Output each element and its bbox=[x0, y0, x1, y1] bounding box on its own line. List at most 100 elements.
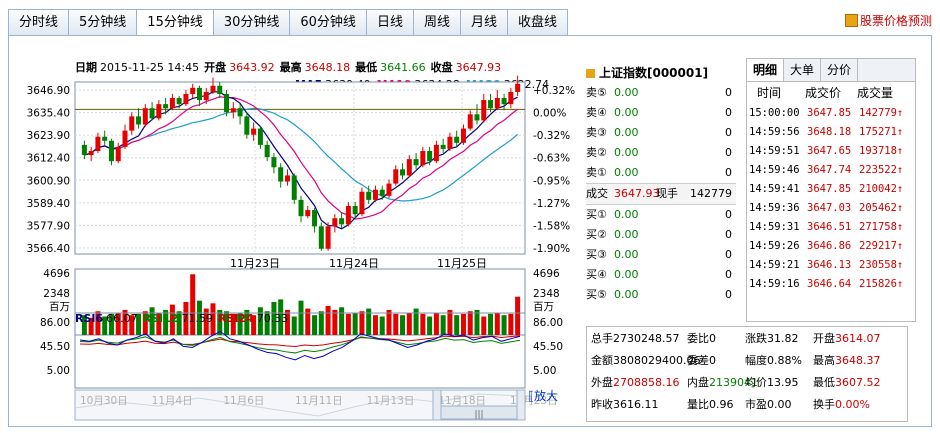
buy-row: 买③ 0.00 0 bbox=[586, 248, 732, 261]
rsi-tick-label: 5.00 bbox=[533, 365, 556, 377]
candle-body bbox=[176, 98, 182, 105]
tab-7[interactable]: 月线 bbox=[459, 9, 507, 36]
sell-row: 卖① 0.00 0 bbox=[586, 166, 732, 179]
trade-row: 14:59:26 3646.86 229217↑ bbox=[749, 240, 904, 252]
pct-tick-label: 0.00% bbox=[533, 108, 566, 120]
sell-row: 卖④ 0.00 0 bbox=[586, 106, 732, 119]
pct-tick-label: -0.95% bbox=[533, 175, 570, 187]
volume-bar bbox=[481, 316, 487, 335]
trade-tab-0[interactable]: 明细 bbox=[747, 59, 785, 81]
volume-bar bbox=[515, 296, 521, 335]
volume-bar bbox=[501, 315, 507, 335]
price-predict-link[interactable]: 股票价格预测 bbox=[844, 12, 932, 29]
y-tick-label: 3577.90 bbox=[27, 220, 70, 232]
candle-body bbox=[515, 83, 521, 92]
nav-handle-right bbox=[516, 389, 526, 421]
candle-body bbox=[244, 116, 250, 135]
candle-body bbox=[325, 226, 331, 249]
volume-bar bbox=[474, 309, 480, 335]
candle-body bbox=[454, 136, 460, 143]
candle-body bbox=[156, 104, 162, 119]
volume-bar bbox=[372, 315, 378, 335]
candle-body bbox=[345, 205, 351, 225]
trade-row: 15:00:00 3647.85 142779↑ bbox=[749, 107, 904, 119]
volume-bar bbox=[420, 313, 426, 335]
tab-2[interactable]: 15分钟线 bbox=[136, 9, 213, 36]
candle-body bbox=[467, 114, 473, 129]
tab-4[interactable]: 60分钟线 bbox=[289, 9, 366, 36]
candle-body bbox=[183, 93, 189, 105]
candle-body bbox=[359, 191, 365, 215]
tab-6[interactable]: 周线 bbox=[412, 9, 460, 36]
candle-body bbox=[305, 210, 311, 217]
candle-body bbox=[102, 136, 108, 141]
sell-row: 卖③ 0.00 0 bbox=[586, 126, 732, 139]
trade-row: 14:59:41 3647.85 210042↑ bbox=[749, 183, 904, 195]
tab-8[interactable]: 收盘线 bbox=[506, 9, 568, 36]
quote-title: 上证指数[000001] bbox=[586, 63, 736, 83]
candle-body bbox=[291, 175, 297, 200]
volume-bar bbox=[386, 309, 392, 335]
candle-body bbox=[440, 144, 446, 149]
main-plot-area bbox=[74, 81, 526, 255]
index-icon bbox=[586, 68, 595, 78]
nav-grip: ||| bbox=[474, 410, 483, 420]
volume-bar bbox=[447, 309, 453, 335]
nav-tick-label: 11月18日 bbox=[438, 395, 486, 407]
buy-row: 买⑤ 0.00 0 bbox=[586, 288, 732, 301]
y-tick-label: 3623.90 bbox=[27, 130, 70, 142]
stats-row: 总手 2730248.57 委比 0 涨跌 31.82 开盘 3614.07 bbox=[591, 332, 881, 345]
trade-tab-1[interactable]: 大单 bbox=[784, 59, 822, 81]
candle-body bbox=[400, 169, 406, 176]
tab-5[interactable]: 日线 bbox=[365, 9, 413, 36]
volume-bar bbox=[400, 315, 406, 335]
kline-chart: 日期 2015-11-25 14:45 开盘 3643.92 最高 3648.18 最低 36… bbox=[27, 60, 575, 421]
volume-bar bbox=[190, 274, 196, 335]
candle-body bbox=[447, 136, 453, 149]
volume-bar bbox=[332, 309, 338, 335]
nav-handle-left bbox=[432, 389, 442, 421]
pct-tick-label: -1.90% bbox=[533, 243, 570, 255]
candle-body bbox=[413, 159, 419, 166]
volume-bar bbox=[460, 313, 466, 335]
y-tick-label: 3600.90 bbox=[27, 175, 70, 187]
zoom-button[interactable]: ⟦放大 bbox=[528, 388, 558, 403]
trade-row: 14:59:51 3647.65 193718↑ bbox=[749, 145, 904, 157]
deal-row: 成交 3647.93 现手 142779 bbox=[586, 183, 736, 205]
x-tick-label: 11月24日 bbox=[329, 257, 379, 270]
trade-row: 14:59:16 3646.64 215826↑ bbox=[749, 278, 904, 290]
stats-row: 昨收 3616.11 量比 0.96 市盈 0.00 换手 0.00% bbox=[591, 398, 870, 411]
rsi-tick-label: 5.00 bbox=[47, 365, 70, 377]
volume-bar bbox=[427, 316, 433, 335]
volume-bar bbox=[359, 311, 365, 335]
pct-tick-label: -0.32% bbox=[533, 130, 570, 142]
tab-3[interactable]: 30分钟线 bbox=[212, 9, 290, 36]
trade-tab-2[interactable]: 分价 bbox=[821, 59, 859, 81]
candle-body bbox=[169, 98, 175, 109]
candle-body bbox=[129, 116, 135, 131]
trade-row: 14:59:31 3646.51 271758↑ bbox=[749, 221, 904, 233]
trade-detail-panel: 明细 大单 分价 时间 成交价 成交量 15:00:00 3647.85 142779↑… bbox=[746, 58, 916, 322]
nav-tick-label: 11月6日 bbox=[223, 395, 264, 407]
candle-body bbox=[406, 159, 412, 176]
y-tick-label: 3589.40 bbox=[27, 198, 70, 210]
predict-icon bbox=[844, 14, 858, 27]
candle-body bbox=[372, 189, 378, 200]
candle-body bbox=[203, 91, 209, 101]
volume-bar bbox=[298, 300, 304, 335]
trade-row: 14:59:56 3648.18 175271↑ bbox=[749, 126, 904, 138]
nav-tick-label: 11月11日 bbox=[295, 395, 343, 407]
tab-0[interactable]: 分时线 bbox=[8, 9, 69, 36]
tab-1[interactable]: 5分钟线 bbox=[68, 9, 137, 36]
buy-row: 买④ 0.00 0 bbox=[586, 268, 732, 281]
candle-body bbox=[163, 104, 169, 109]
nav-tick-label: 11月13日 bbox=[367, 395, 415, 407]
rsi-tick-label: 45.50 bbox=[533, 341, 563, 353]
pct-tick-label: +0.32% bbox=[533, 85, 575, 97]
stats-row: 金额 3808029400.06 委差 0 幅度 0.88% 最高 3648.37 bbox=[591, 354, 881, 367]
x-tick-label: 11月23日 bbox=[230, 257, 280, 270]
nav-tick-label: 10月30日 bbox=[80, 395, 128, 407]
rsi-legend: RSI6 66.07 RSI12 71.59 RSI24 70.33 bbox=[75, 312, 288, 325]
sell-row: 卖② 0.00 0 bbox=[586, 146, 732, 159]
volume-bar bbox=[318, 311, 324, 335]
